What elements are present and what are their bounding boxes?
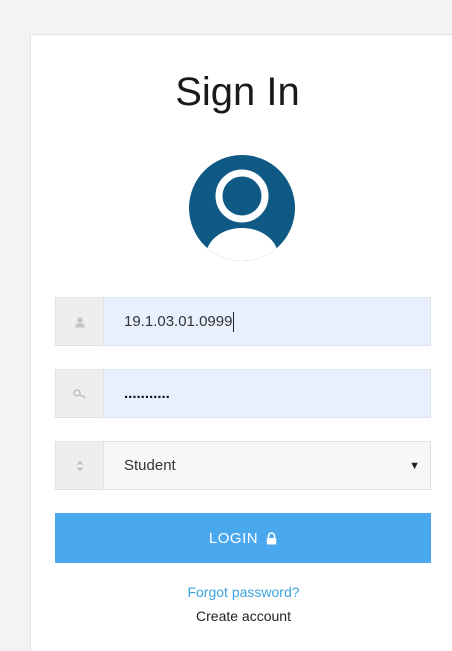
text-cursor xyxy=(233,311,235,332)
user-icon xyxy=(55,297,104,346)
role-select[interactable]: Student ▼ xyxy=(104,441,431,490)
page: Sign In 19.1.03.01.0999 ........... Stud… xyxy=(0,0,452,651)
forgot-password-link[interactable]: Forgot password? xyxy=(33,584,452,600)
triangle-down-icon: ▼ xyxy=(409,459,420,472)
sort-icon xyxy=(55,441,104,490)
password-mask: ........... xyxy=(124,385,170,402)
key-icon xyxy=(55,369,104,418)
role-selected-value: Student xyxy=(124,457,176,474)
lock-icon xyxy=(266,531,277,544)
create-account-link[interactable]: Create account xyxy=(33,608,452,624)
login-card: Sign In 19.1.03.01.0999 ........... Stud… xyxy=(30,34,452,651)
username-field: 19.1.03.01.0999 xyxy=(55,297,431,346)
username-input[interactable]: 19.1.03.01.0999 xyxy=(104,297,431,346)
user-avatar-icon xyxy=(189,155,295,261)
role-field: Student ▼ xyxy=(55,441,431,490)
login-label: LOGIN xyxy=(208,529,259,547)
login-button[interactable]: LOGIN xyxy=(55,513,431,563)
password-input[interactable]: ........... xyxy=(104,369,431,418)
page-title: Sign In xyxy=(175,70,300,114)
username-value: 19.1.03.01.0999 xyxy=(124,313,233,330)
password-field: ........... xyxy=(55,369,431,418)
